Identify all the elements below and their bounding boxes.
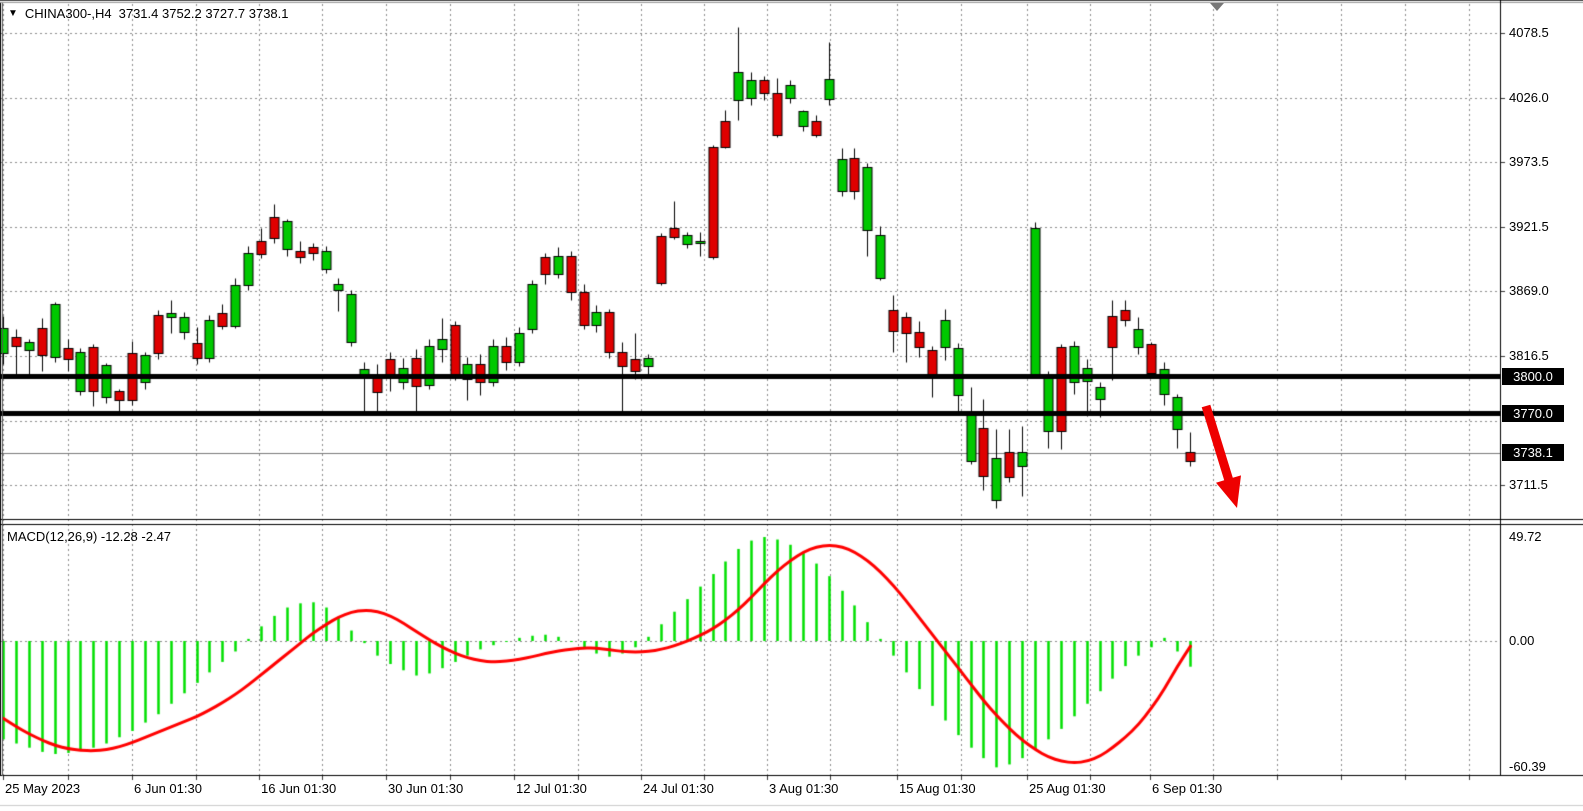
level-price-tag: 3800.0 — [1502, 368, 1564, 385]
trading-chart-window: ▼ CHINA300-,H4 3731.4 3752.2 3727.7 3738… — [0, 0, 1583, 811]
annotation-layer — [0, 0, 1583, 811]
current-price-tag: 3738.1 — [1502, 444, 1564, 461]
level-price-tag: 3770.0 — [1502, 405, 1564, 422]
trend-arrow-annotation[interactable] — [1202, 405, 1241, 508]
